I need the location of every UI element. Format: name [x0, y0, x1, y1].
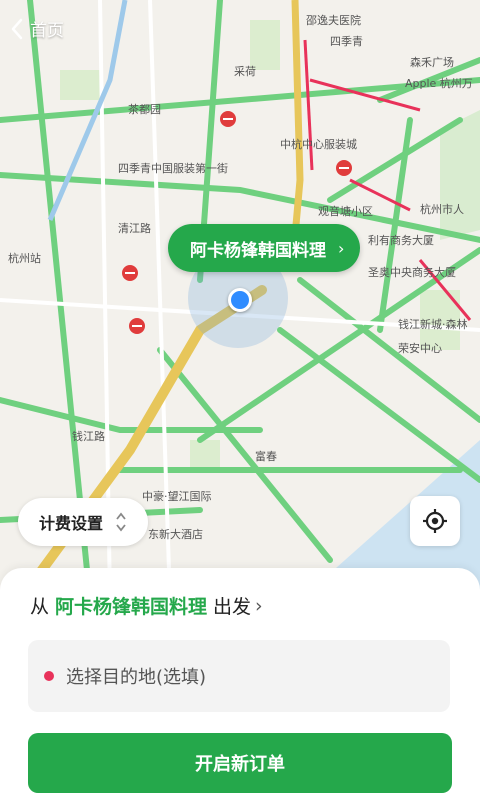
map-label-poi: 杭州市人 [420, 202, 464, 216]
map-label-area: 四季青 [330, 35, 363, 48]
map-label-road: 钱江路 [72, 429, 105, 443]
chevron-right-icon: › [255, 594, 263, 617]
departure-row[interactable]: 从 阿卡杨锋韩国料理 出发 › [30, 592, 263, 619]
map-label-garden: 茶都园 [128, 103, 161, 116]
locate-me-button[interactable] [410, 496, 460, 546]
from-place: 阿卡杨锋韩国料理 [55, 596, 208, 618]
crosshair-icon [423, 509, 447, 533]
back-label: 首页 [30, 21, 64, 41]
current-location-pin [228, 288, 252, 312]
map-label-area: 富春 [255, 449, 277, 463]
map-label-road: 清江路 [118, 222, 151, 235]
start-new-order-label: 开启新订单 [195, 754, 285, 775]
chevron-right-icon: › [338, 238, 345, 258]
map-label-poi: 森禾广场 [410, 55, 454, 69]
map-label-poi: 中杭中心服装城 [280, 137, 357, 151]
map-label-poi: 四季青中国服装第一街 [118, 161, 228, 175]
pickup-location-bubble[interactable]: 阿卡杨锋韩国料理 › [168, 224, 361, 272]
bottom-sheet: 从 阿卡杨锋韩国料理 出发 › 选择目的地(选填) 开启新订单 [0, 568, 480, 800]
billing-settings-label: 计费设置 [38, 514, 103, 533]
chevron-left-icon [11, 18, 23, 39]
map-label-poi: 圣奥中央商务大厦 [368, 265, 456, 279]
back-button[interactable]: 首页 [10, 16, 64, 41]
map-label-poi: 东新大酒店 [148, 527, 203, 541]
destination-input[interactable]: 选择目的地(选填) [28, 640, 450, 712]
map-label-area: 采荷 [234, 65, 256, 78]
destination-placeholder: 选择目的地(选填) [66, 667, 207, 688]
from-suffix: 出发 [213, 596, 252, 618]
map-label-poi: 观音塘小区 [318, 204, 373, 218]
map-label-poi: 利有商务大厦 [368, 233, 434, 247]
start-new-order-button[interactable]: 开启新订单 [28, 733, 452, 793]
map-label-poi: Apple 杭州万 [405, 76, 473, 90]
map-label-poi: 中豪·望江国际 [142, 489, 212, 503]
pickup-place-name: 阿卡杨锋韩国料理 [190, 240, 326, 261]
sort-updown-icon [116, 512, 126, 532]
billing-settings-button[interactable]: 计费设置 [18, 498, 148, 546]
map-label-poi: 邵逸夫医院 [306, 13, 361, 27]
map-label-station: 杭州站 [8, 251, 41, 265]
map-label-poi: 钱江新城·森林 [398, 317, 468, 331]
destination-dot-icon [44, 671, 54, 681]
from-prefix: 从 [30, 596, 50, 618]
map-label-poi: 荣安中心 [398, 341, 442, 355]
